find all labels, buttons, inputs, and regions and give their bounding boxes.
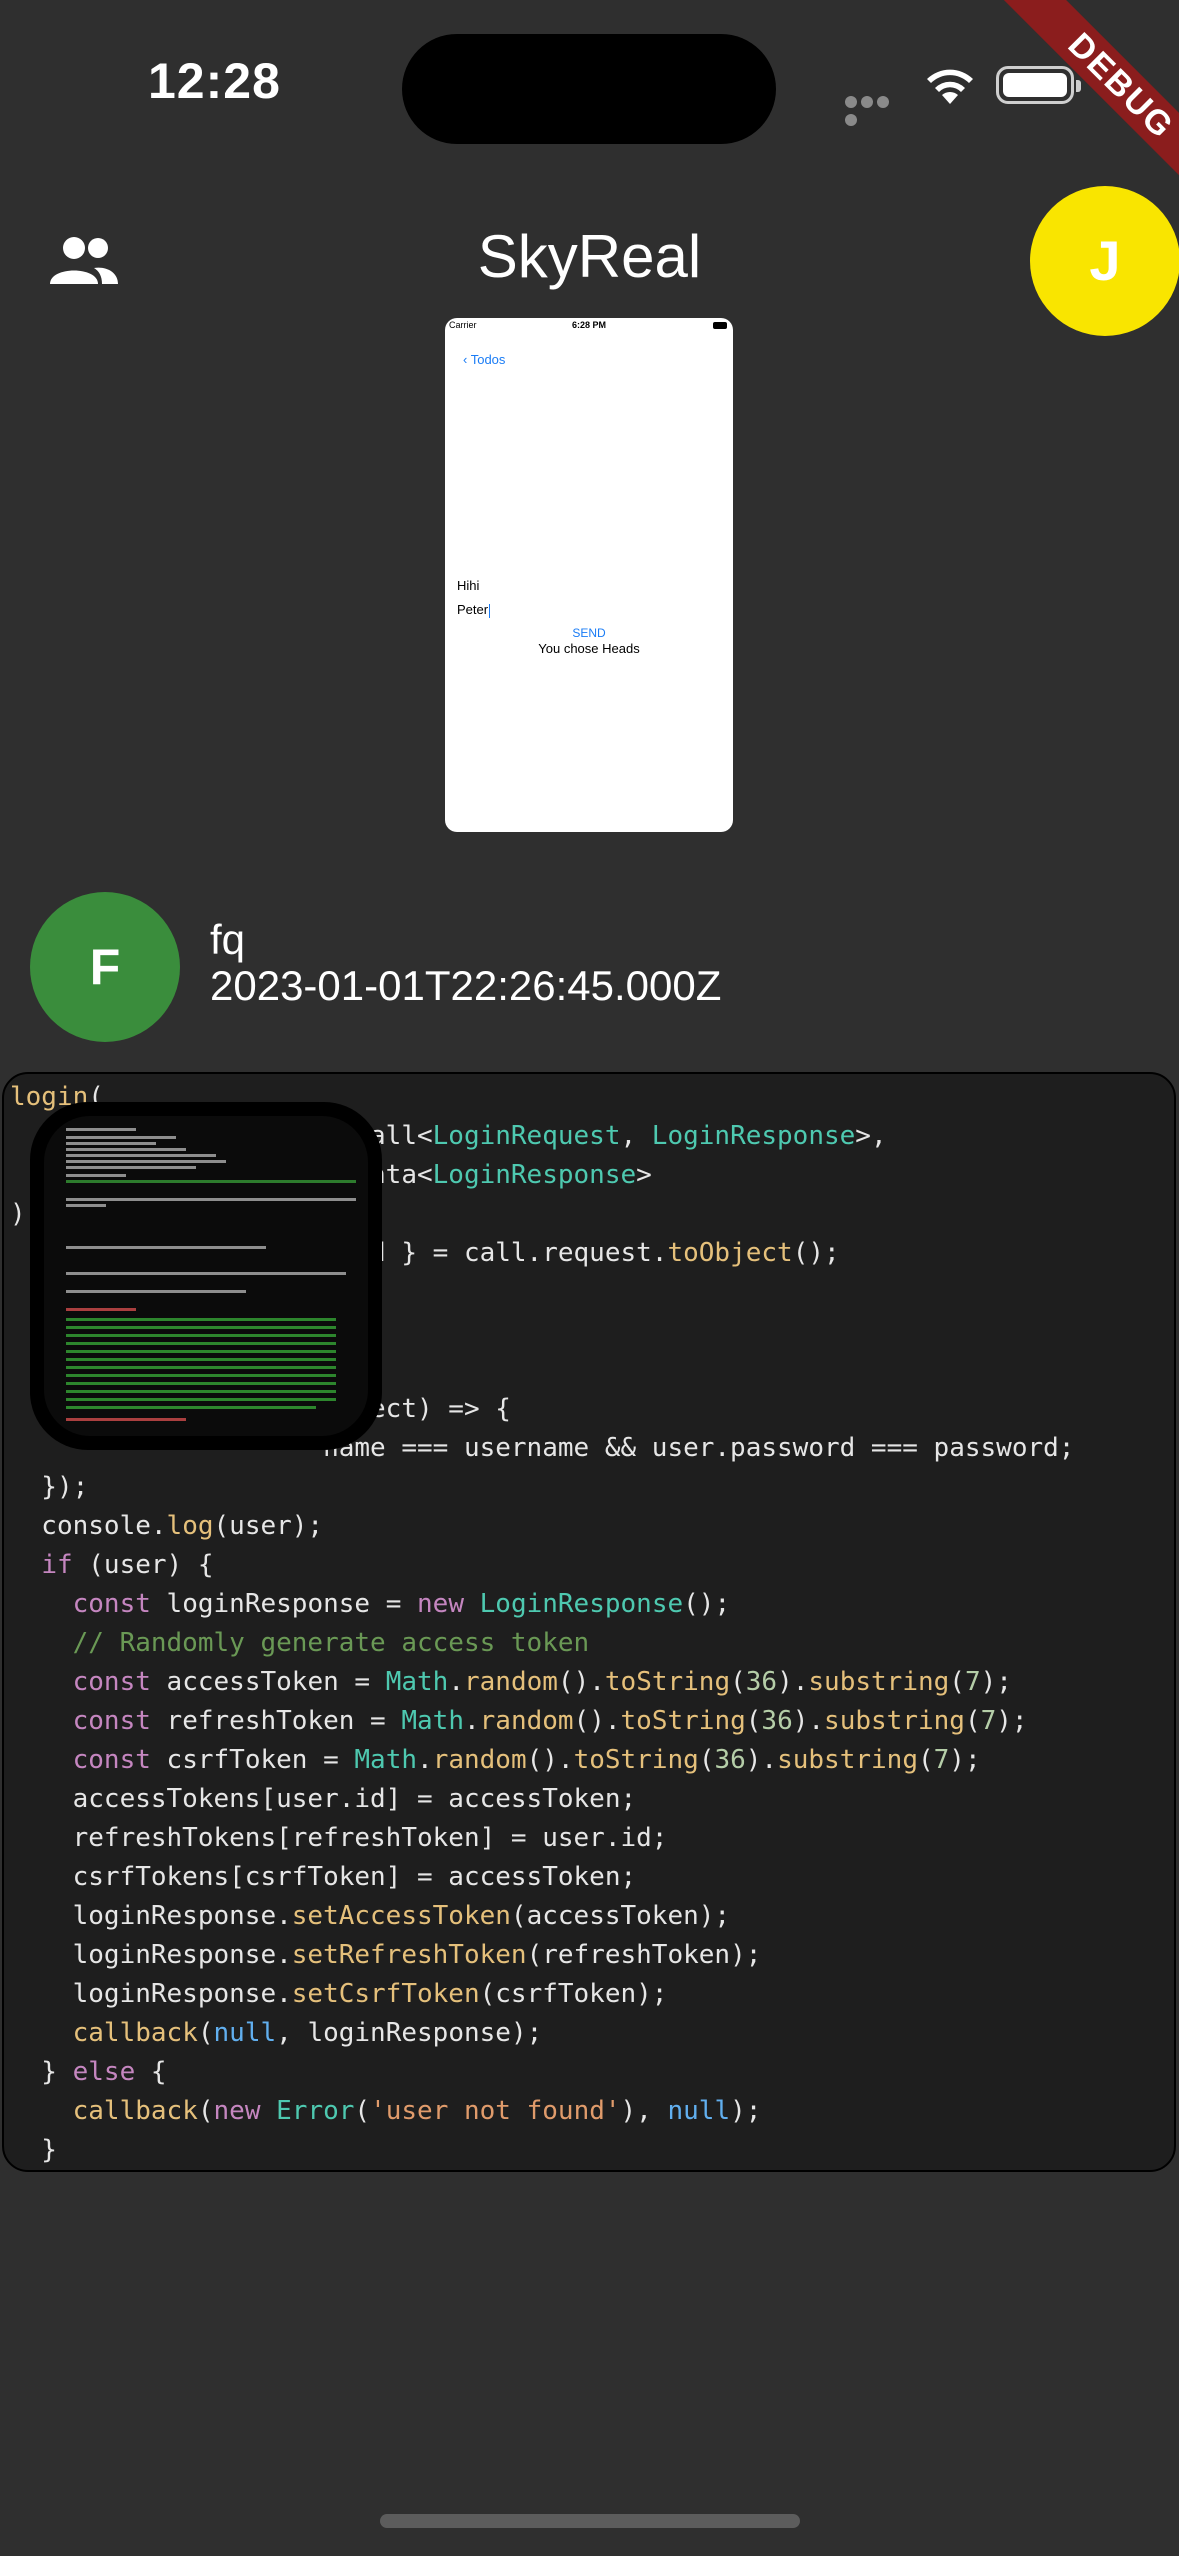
embedded-status-bar: Carrier 6:28 PM xyxy=(445,318,733,334)
code-line: csrfTokens[csrfToken] = accessToken; xyxy=(10,1862,637,1892)
terminal-line xyxy=(66,1136,176,1139)
post-timestamp: 2023-01-01T22:26:45.000Z xyxy=(210,962,722,1009)
terminal-line xyxy=(66,1174,126,1177)
code-line: if (user) { xyxy=(41,1550,214,1580)
code-line: const refreshToken = Math.random().toStr… xyxy=(72,1706,1028,1736)
terminal-line xyxy=(66,1128,136,1131)
code-line: } else { xyxy=(10,2057,167,2087)
terminal-line xyxy=(66,1142,156,1145)
terminal-line xyxy=(66,1390,336,1393)
code-line: accessTokens[user.id] = accessToken; xyxy=(10,1784,637,1814)
post-image[interactable]: Carrier 6:28 PM ‹ Todos Hihi Peter SEND … xyxy=(445,318,733,832)
terminal-line xyxy=(66,1154,216,1157)
terminal-line xyxy=(66,1350,336,1353)
embedded-text-1: Hihi xyxy=(457,578,480,593)
status-time: 12:28 xyxy=(148,53,281,109)
embedded-text-2: Peter xyxy=(457,602,491,618)
embedded-battery-icon xyxy=(713,322,727,329)
terminal-line xyxy=(66,1180,356,1183)
terminal-line xyxy=(66,1198,356,1201)
terminal-line xyxy=(66,1374,336,1377)
code-line: callback(null, loginResponse); xyxy=(72,2018,543,2048)
embedded-back-button: ‹ Todos xyxy=(463,352,506,367)
embedded-result-text: You chose Heads xyxy=(538,641,640,656)
terminal-line xyxy=(66,1148,186,1151)
home-indicator[interactable] xyxy=(380,2514,800,2528)
code-line: refreshTokens[refreshToken] = user.id; xyxy=(10,1823,668,1853)
terminal-line xyxy=(66,1326,336,1329)
terminal-line xyxy=(66,1290,246,1293)
terminal-line xyxy=(66,1342,336,1345)
code-line: // Randomly generate access token xyxy=(10,1628,590,1658)
code-line: callback(new Error('user not found'), nu… xyxy=(72,2096,762,2126)
embedded-send-button: SEND xyxy=(572,626,606,640)
terminal-line xyxy=(66,1246,266,1249)
author-avatar[interactable]: F xyxy=(30,892,180,1042)
terminal-line xyxy=(66,1418,186,1421)
code-line: console.log(user); xyxy=(10,1511,324,1541)
dynamic-island xyxy=(402,34,776,144)
terminal-line xyxy=(66,1272,346,1275)
terminal-line xyxy=(66,1308,136,1311)
terminal-line xyxy=(66,1366,336,1369)
code-line: const loginResponse = new LoginResponse(… xyxy=(72,1589,731,1619)
code-line: }); xyxy=(10,1472,89,1502)
terminal-line xyxy=(66,1382,336,1385)
code-line: loginResponse.setRefreshToken(refreshTok… xyxy=(10,1940,762,1970)
profile-avatar[interactable]: J xyxy=(1030,186,1179,336)
terminal-line xyxy=(66,1358,336,1361)
debug-banner: DEBUG xyxy=(979,0,1179,200)
terminal-line xyxy=(66,1406,316,1409)
code-line: const csrfToken = Math.random().toString… xyxy=(72,1745,981,1775)
code-line: } xyxy=(10,2135,57,2165)
terminal-line xyxy=(66,1166,196,1169)
code-line: const accessToken = Math.random().toStri… xyxy=(72,1667,1012,1697)
author-username: fq xyxy=(210,916,246,963)
terminal-line xyxy=(66,1204,106,1207)
signal-dots-icon xyxy=(845,95,907,126)
embedded-time: 6:28 PM xyxy=(571,320,606,330)
wifi-icon xyxy=(927,69,973,104)
terminal-line xyxy=(66,1160,226,1163)
terminal-line xyxy=(66,1398,336,1401)
terminal-line xyxy=(66,1318,336,1321)
terminal-thumbnail[interactable] xyxy=(30,1102,382,1450)
app-title: SkyReal xyxy=(477,223,702,290)
terminal-line xyxy=(66,1334,336,1337)
code-line: loginResponse.setAccessToken(accessToken… xyxy=(10,1901,731,1931)
code-line: loginResponse.setCsrfToken(csrfToken); xyxy=(10,1979,668,2009)
terminal-screen xyxy=(44,1116,368,1436)
